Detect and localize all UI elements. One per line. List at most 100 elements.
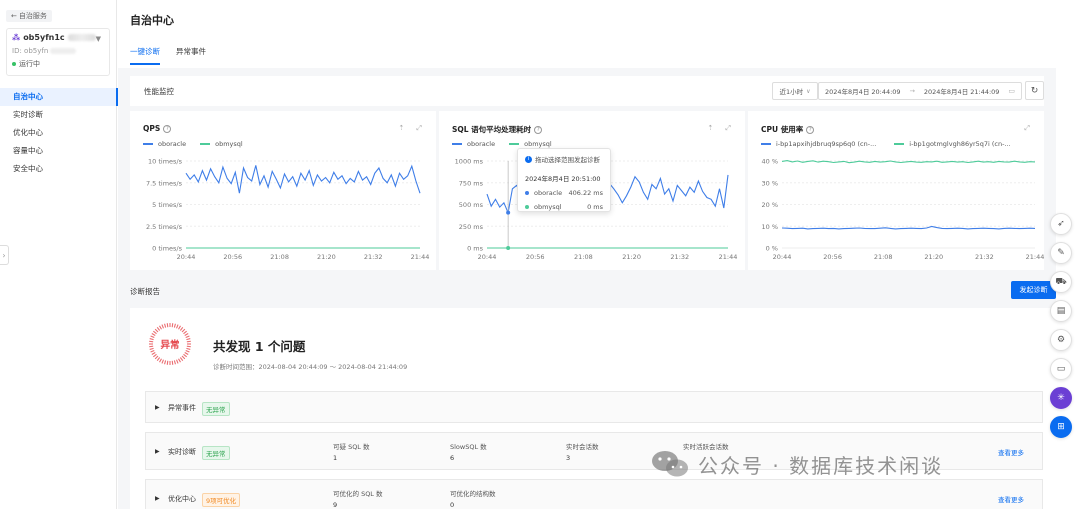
performance-monitor-bar: 性能监控 近1小时 ∨ 2024年8月4日 20:44:09 → 2024年8月…: [130, 76, 1044, 106]
section-abnormal-events[interactable]: ▶ 异常事件 无异常: [145, 391, 1043, 423]
y-tick-label: 0 %: [766, 245, 778, 253]
apps-button[interactable]: ⊞: [1050, 416, 1072, 438]
instance-id: ID: ob5yfn: [12, 47, 49, 55]
x-tick-label: 20:44: [478, 253, 497, 261]
time-range-value: 近1小时: [779, 88, 804, 96]
tab-one-click-diagnosis[interactable]: 一键诊断: [130, 46, 160, 65]
help-icon[interactable]: ?: [163, 124, 172, 133]
sidebar-item-optimization-center[interactable]: 优化中心: [0, 124, 117, 142]
instance-name-row: ⁂ ob5yfn1c: [12, 33, 104, 42]
legend-item[interactable]: oboracle: [143, 140, 186, 148]
chevron-down-icon[interactable]: ▼: [96, 35, 101, 43]
cart-button[interactable]: ⛟: [1050, 271, 1072, 293]
legend-item[interactable]: i-bp1gotmglvgh86yr5q7i (cn-...: [894, 140, 1011, 148]
help-icon[interactable]: ?: [534, 125, 543, 134]
legend-label: obmysql: [524, 140, 552, 148]
x-tick-label: 21:44: [1026, 253, 1044, 261]
caret-right-icon[interactable]: ▶: [155, 404, 160, 411]
help-icon[interactable]: ?: [806, 125, 815, 134]
x-tick-label: 21:08: [574, 253, 593, 261]
pin-icon[interactable]: ⇡: [708, 124, 714, 133]
sidebar-nav: 自治中心 实时诊断 优化中心 容量中心 安全中心: [0, 88, 118, 178]
page-header: 自治中心 一键诊断 异常事件: [118, 0, 1056, 68]
x-tick-label: 21:08: [874, 253, 893, 261]
pin-icon[interactable]: ⇡: [399, 124, 405, 133]
feedback-button[interactable]: ▭: [1050, 358, 1072, 380]
legend-label: obmysql: [215, 140, 243, 148]
edit-button[interactable]: ✎: [1050, 242, 1072, 264]
tooltip-series-name: obmysql: [534, 203, 562, 211]
section-name: 优化中心: [168, 495, 196, 503]
expand-icon[interactable]: ⤢: [725, 124, 731, 133]
settings-button[interactable]: ⚙: [1050, 329, 1072, 351]
instance-name: ob5yfn1c: [23, 33, 65, 42]
tab-abnormal-events[interactable]: 异常事件: [176, 46, 206, 65]
metric-label: 实时会话数: [566, 443, 599, 451]
see-more-link[interactable]: 查看更多: [998, 494, 1024, 504]
series-dot-icon: [525, 205, 529, 209]
document-button[interactable]: ▤: [1050, 300, 1072, 322]
x-tick-label: 21:32: [364, 253, 383, 261]
x-tick-label: 21:44: [719, 253, 738, 261]
legend-swatch: [452, 143, 462, 145]
cpu-usage-chart[interactable]: 0 % 10 % 20 % 30 % 40 % 20:44 20:56 21:08 21:20 2…: [748, 155, 1044, 267]
metric-slowsql: SlowSQL 数 6: [450, 441, 487, 462]
expand-icon[interactable]: ⤢: [416, 124, 422, 133]
tooltip-series-value: 406.22 ms: [568, 189, 603, 197]
info-icon: i: [525, 155, 532, 163]
legend-item[interactable]: obmysql: [509, 140, 552, 148]
legend-item[interactable]: i-bp1apxihjdbruq9sp6q0 (cn-...: [761, 140, 876, 148]
rocket-icon: ➶: [1057, 219, 1065, 229]
calendar-icon: ▭: [1008, 87, 1015, 95]
caret-right-icon[interactable]: ▶: [155, 448, 160, 455]
x-tick-label: 20:56: [823, 253, 842, 261]
qps-chart[interactable]: 0 times/s 2.5 times/s 5 times/s 7.5 times/s…: [130, 155, 436, 267]
chart-title-text: QPS: [143, 124, 161, 133]
masked-text: [67, 34, 96, 41]
expand-icon[interactable]: ⤢: [1024, 124, 1030, 133]
chart-legend: oboracle obmysql: [143, 140, 243, 148]
legend-swatch: [761, 143, 771, 145]
metric-value: 1: [333, 454, 338, 462]
section-optimization-center[interactable]: ▶ 优化中心 9项可优化 可优化的 SQL 数 9 可优化的结构数 0 查看更多: [145, 479, 1043, 509]
chart-tooltip: i 拖动选择范围发起诊断 2024年8月4日 20:51:00 oboracle 4…: [517, 148, 611, 212]
document-icon: ▤: [1056, 306, 1066, 316]
metric-realtime-sessions: 实时会话数 3: [566, 441, 599, 462]
instance-selector[interactable]: ⁂ ob5yfn1c ▼ ID: ob5yfn 运行中: [6, 28, 110, 76]
rocket-button[interactable]: ➶: [1050, 213, 1072, 235]
sidebar-collapse-handle[interactable]: ›: [0, 245, 9, 265]
x-tick-label: 21:20: [317, 253, 336, 261]
hover-point: [506, 210, 511, 215]
instance-id-row: ID: ob5yfn: [12, 47, 104, 55]
caret-right-icon[interactable]: ▶: [155, 495, 160, 502]
sidebar-item-security-center[interactable]: 安全中心: [0, 160, 117, 178]
chart-tools: ⤢: [1024, 124, 1030, 133]
legend-label: i-bp1gotmglvgh86yr5q7i (cn-...: [909, 140, 1011, 148]
legend-swatch: [509, 143, 520, 145]
legend-item[interactable]: oboracle: [452, 140, 495, 148]
legend-item[interactable]: obmysql: [200, 140, 243, 148]
see-more-link[interactable]: 查看更多: [998, 447, 1024, 457]
tooltip-time: 2024年8月4日 20:51:00: [525, 175, 601, 183]
instance-status-label: 运行中: [19, 60, 40, 68]
metric-suspicious-sql: 可疑 SQL 数 1: [333, 441, 370, 462]
metric-label: SlowSQL 数: [450, 443, 487, 451]
back-link-label: 自治服务: [18, 12, 47, 20]
assistant-button[interactable]: ✳: [1050, 387, 1072, 409]
sidebar-item-realtime-diagnosis[interactable]: 实时诊断: [0, 106, 117, 124]
date-range-picker[interactable]: 2024年8月4日 20:44:09 → 2024年8月4日 21:44:09 …: [818, 82, 1022, 100]
floating-toolbar: ➶ ✎ ⛟ ▤ ⚙ ▭ ✳ ⊞: [1050, 213, 1076, 445]
abnormal-badge: 异常: [160, 340, 180, 351]
back-link[interactable]: ← 自治服务: [6, 10, 52, 22]
refresh-button[interactable]: ↻: [1025, 81, 1044, 100]
arrow-right-icon: →: [909, 87, 915, 95]
sidebar-item-autonomy-center[interactable]: 自治中心: [0, 88, 118, 106]
sidebar: ← 自治服务 ⁂ ob5yfn1c ▼ ID: ob5yfn 运行中 自治中心 …: [0, 0, 118, 509]
x-tick-label: 21:32: [975, 253, 994, 261]
chevron-right-icon: ›: [2, 250, 6, 260]
legend-label: i-bp1apxihjdbruq9sp6q0 (cn-...: [776, 140, 877, 148]
pencil-icon: ✎: [1057, 248, 1065, 258]
sidebar-item-capacity-center[interactable]: 容量中心: [0, 142, 117, 160]
time-range-select[interactable]: 近1小时 ∨: [772, 82, 818, 100]
y-tick-label: 10 times/s: [148, 158, 183, 166]
